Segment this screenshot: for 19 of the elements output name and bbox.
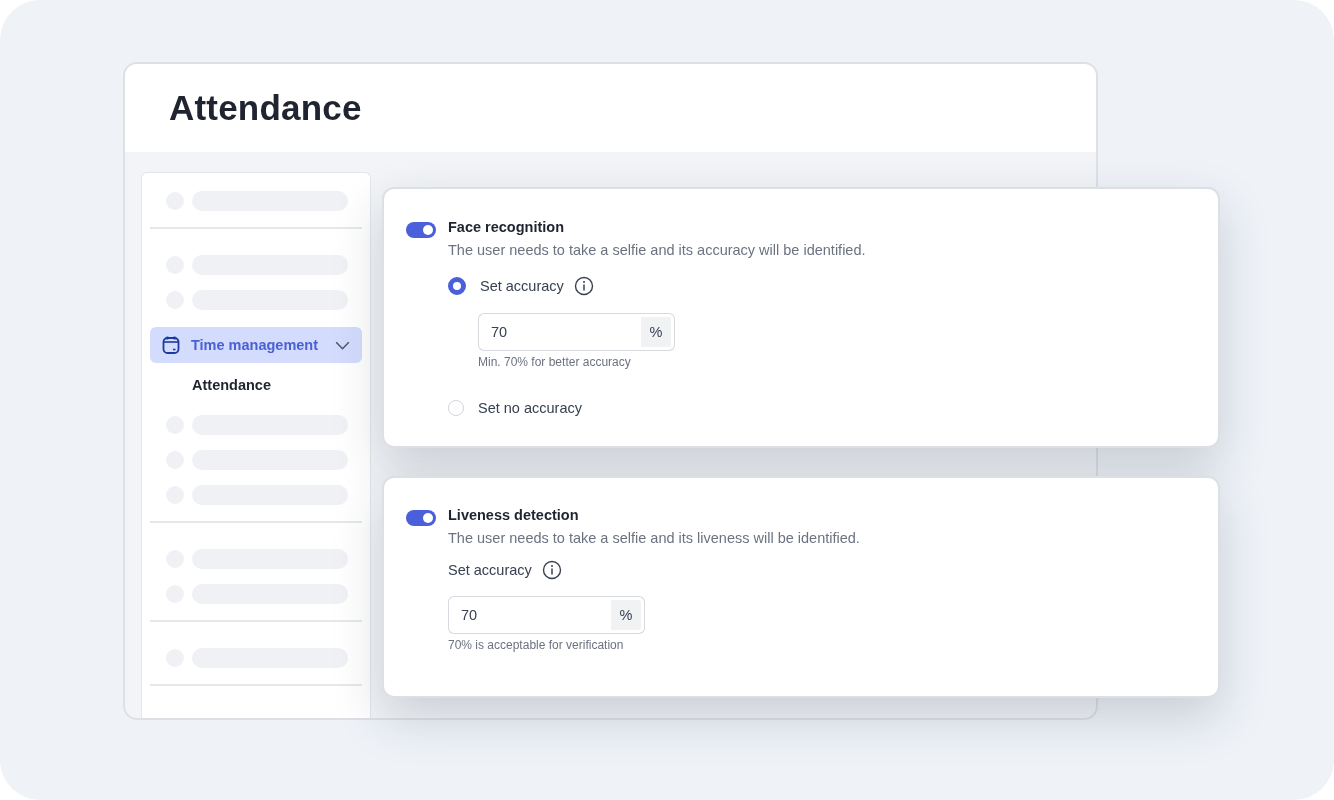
sidebar-subitem[interactable]: Attendance <box>192 376 271 394</box>
info-icon[interactable] <box>573 276 594 296</box>
field-hint: 70% is acceptable for verification <box>448 638 625 652</box>
sidebar-item[interactable]: Time management <box>150 327 362 363</box>
setting-title: Liveness detection <box>448 507 580 523</box>
toggle-switch[interactable] <box>406 222 436 238</box>
info-icon[interactable] <box>541 560 562 580</box>
setting-title: Face recognition <box>448 219 566 235</box>
field-label: Set accuracy <box>448 562 532 578</box>
radio-button[interactable] <box>448 277 466 295</box>
field-hint: Min. 70% for better accuracy <box>478 355 632 369</box>
option-label: Set accuracy <box>480 278 564 294</box>
chevron-down-icon <box>335 340 350 350</box>
calendar-icon <box>161 335 181 355</box>
option-label: Set no accuracy <box>478 400 582 416</box>
page-title: Attendance <box>169 88 362 128</box>
setting-description: The user needs to take a selfie and its liveness will be identified. <box>448 530 860 546</box>
toggle-switch[interactable] <box>406 510 436 526</box>
setting-description: The user needs to take a selfie and its accuracy will be identified. <box>448 242 866 258</box>
